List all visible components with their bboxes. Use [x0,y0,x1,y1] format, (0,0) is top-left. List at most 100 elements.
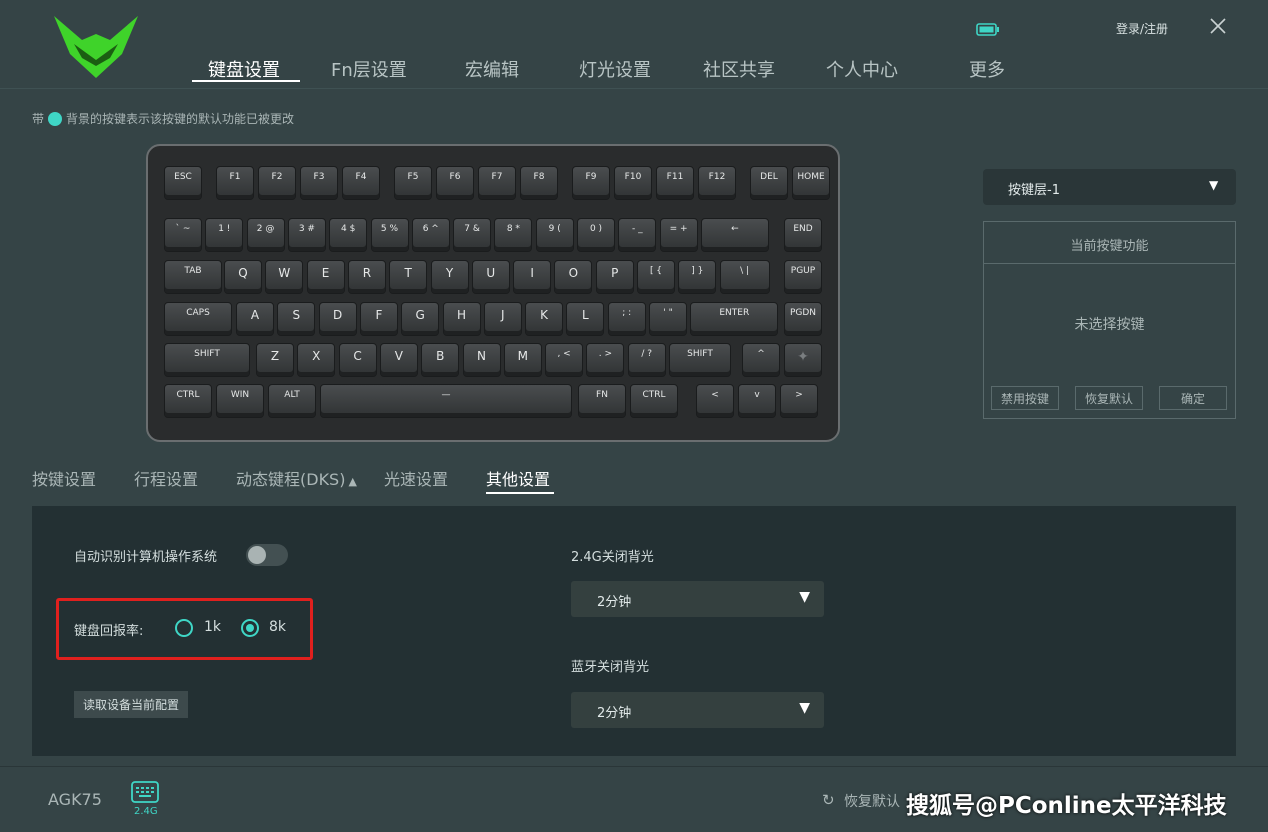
key[interactable]: SHIFT [164,343,250,377]
key[interactable]: END [784,218,822,252]
nav-lighting[interactable]: 灯光设置 [579,56,651,82]
radio-1k[interactable] [175,619,193,637]
key[interactable]: 4 $ [329,218,368,252]
key[interactable]: B [421,343,460,377]
key[interactable]: 5 % [370,218,409,252]
key[interactable]: A [236,302,274,336]
key[interactable]: Q [224,260,262,294]
nav-more[interactable]: 更多 [969,56,1005,82]
key[interactable]: = + [659,218,698,252]
key[interactable]: . > [586,343,625,377]
key[interactable]: I [513,260,552,294]
key[interactable]: F6 [436,166,474,200]
nav-fn-layer[interactable]: Fn层设置 [331,56,407,82]
read-device-config-button[interactable]: 读取设备当前配置 [74,691,188,718]
key[interactable]: C [338,343,377,377]
nav-community[interactable]: 社区共享 [703,56,775,82]
key[interactable]: F3 [300,166,338,200]
key[interactable]: W [265,260,304,294]
key[interactable]: [ { [637,260,675,294]
key[interactable]: 7 & [453,218,492,252]
backlight-24g-off-select[interactable]: 2分钟 ▼ [571,581,824,617]
radio-8k[interactable] [241,619,259,637]
key[interactable]: < [696,384,734,418]
key[interactable]: CTRL [630,384,678,418]
backlight-bt-off-select[interactable]: 2分钟 ▼ [571,692,824,728]
refresh-icon[interactable]: ↻ [822,791,835,809]
key[interactable]: 0 ) [577,218,615,252]
key[interactable]: F4 [342,166,380,200]
nav-keyboard-settings[interactable]: 键盘设置 [208,56,280,82]
key[interactable]: > [780,384,818,418]
key[interactable]: R [347,260,386,294]
restore-default-button[interactable]: 恢复默认 [1075,386,1143,410]
key[interactable]: V [379,343,418,377]
key[interactable]: 8 * [494,218,533,252]
tab-light-speed[interactable]: 光速设置 [384,466,448,490]
key[interactable]: ] } [678,260,717,294]
key[interactable]: HOME [792,166,830,200]
tab-travel-settings[interactable]: 行程设置 [134,466,198,490]
key[interactable]: N [462,343,501,377]
key[interactable]: M [503,343,542,377]
key[interactable]: \ | [719,260,770,294]
key[interactable]: 3 # [287,218,326,252]
key[interactable]: X [297,343,336,377]
key[interactable]: F11 [656,166,694,200]
key[interactable]: F12 [698,166,736,200]
key[interactable]: E [306,260,345,294]
key[interactable]: ESC [164,166,202,200]
key[interactable]: F [359,302,398,336]
key[interactable]: 2 @ [246,218,285,252]
login-register-link[interactable]: 登录/注册 [1116,20,1168,37]
key[interactable]: J [483,302,522,336]
key[interactable]: ^ [742,343,780,377]
key[interactable]: D [318,302,357,336]
key[interactable]: WIN [216,384,264,418]
key[interactable]: PGDN [784,302,822,336]
key[interactable]: TAB [164,260,222,294]
key[interactable]: K [525,302,564,336]
key[interactable]: Z [256,343,294,377]
key[interactable]: PGUP [784,260,822,294]
key[interactable]: v [738,384,776,418]
key[interactable]: Y [430,260,469,294]
key[interactable]: — [320,384,572,418]
nav-macro-editor[interactable]: 宏编辑 [465,56,519,82]
key[interactable]: S [277,302,316,336]
key[interactable]: T [389,260,428,294]
key[interactable]: ENTER [690,302,779,336]
disable-key-button[interactable]: 禁用按键 [991,386,1059,410]
key[interactable]: CTRL [164,384,212,418]
key[interactable]: - _ [618,218,657,252]
close-icon[interactable] [1209,17,1227,35]
key[interactable]: G [401,302,440,336]
key[interactable]: DEL [750,166,788,200]
key[interactable]: F8 [520,166,558,200]
key[interactable]: ' " [649,302,687,336]
key[interactable]: 1 ! [205,218,244,252]
key[interactable]: F7 [478,166,516,200]
footer-restore-default[interactable]: 恢复默认 [844,791,900,811]
key[interactable]: U [471,260,510,294]
key[interactable]: ← [700,218,769,252]
key[interactable]: O [554,260,593,294]
key[interactable]: L [566,302,605,336]
key[interactable]: F10 [614,166,652,200]
key[interactable]: , < [545,343,584,377]
key[interactable]: F5 [394,166,432,200]
tab-dks[interactable]: 动态键程(DKS) ▲ [236,466,357,490]
nav-profile[interactable]: 个人中心 [826,56,898,82]
key[interactable]: F2 [258,166,296,200]
key[interactable]: F1 [216,166,254,200]
tab-key-settings[interactable]: 按键设置 [32,466,96,490]
key[interactable]: 9 ( [535,218,574,252]
key[interactable]: ; : [607,302,646,336]
key[interactable]: FN [578,384,626,418]
key[interactable]: 6 ^ [411,218,450,252]
key[interactable]: H [442,302,481,336]
key[interactable]: CAPS [164,302,232,336]
key[interactable]: P [595,260,634,294]
key[interactable]: SHIFT [669,343,731,377]
key[interactable]: ` ~ [164,218,202,252]
